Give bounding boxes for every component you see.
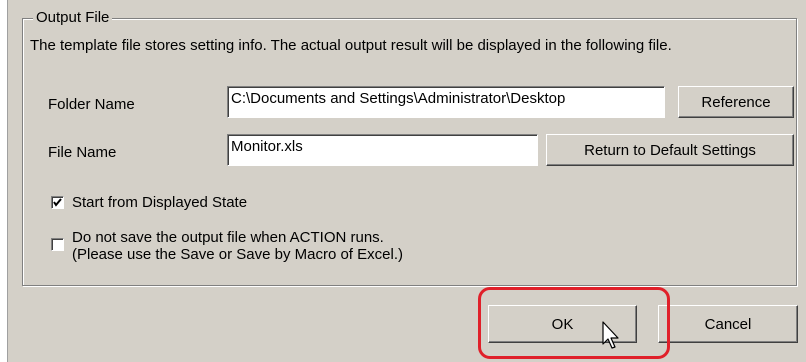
file-name-label: File Name (48, 144, 117, 161)
folder-name-label: Folder Name (48, 96, 135, 113)
mouse-pointer-icon (602, 321, 619, 349)
reference-button[interactable]: Reference (678, 86, 794, 118)
do-not-save-label-line1: Do not save the output file when ACTION … (72, 229, 384, 246)
start-from-displayed-state-checkbox[interactable] (51, 196, 64, 209)
cancel-button[interactable]: Cancel (658, 305, 798, 343)
do-not-save-checkbox[interactable] (51, 238, 64, 251)
start-from-displayed-state-label: Start from Displayed State (72, 194, 248, 211)
group-description: The template file stores setting info. T… (30, 37, 672, 54)
file-name-input[interactable]: Monitor.xls (227, 134, 538, 166)
group-title: Output File (33, 9, 113, 26)
return-to-default-button[interactable]: Return to Default Settings (546, 134, 794, 166)
folder-name-input[interactable]: C:\Documents and Settings\Administrator\… (227, 86, 665, 118)
ok-button-highlight (478, 287, 670, 359)
do-not-save-label-line2: (Please use the Save or Save by Macro of… (72, 246, 403, 263)
checkmark-icon (53, 198, 62, 207)
output-settings-dialog: Output File The template file stores set… (7, 0, 806, 362)
